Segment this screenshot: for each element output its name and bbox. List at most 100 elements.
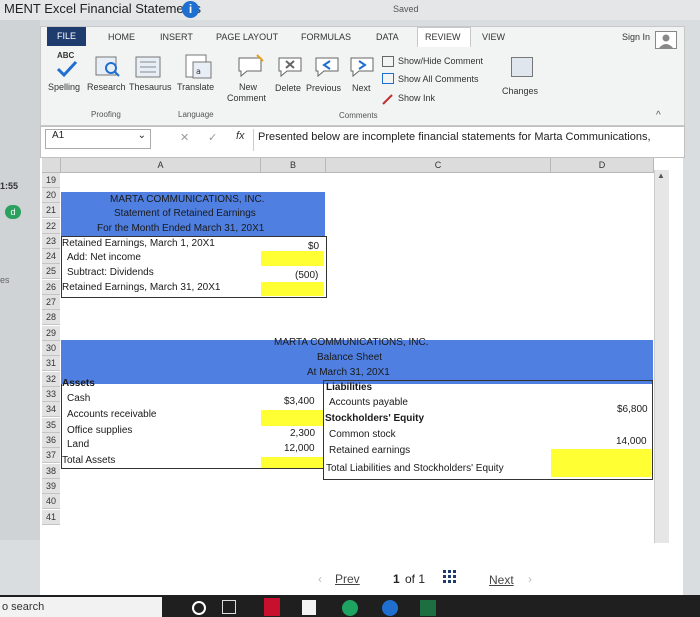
total-assets-input[interactable] — [261, 457, 323, 468]
row-header[interactable]: 30 — [42, 341, 60, 356]
info-icon[interactable]: i — [182, 1, 199, 18]
column-header-c[interactable]: C — [326, 158, 551, 173]
show-all-comments-button[interactable]: Show All Comments — [398, 74, 479, 84]
row-header[interactable]: 22 — [42, 219, 60, 234]
new-comment-button-line2[interactable]: Comment — [227, 93, 266, 103]
row-header[interactable]: 31 — [42, 356, 60, 371]
row-header[interactable]: 32 — [42, 372, 60, 387]
tab-view[interactable]: VIEW — [482, 32, 505, 42]
accounts-payable-label[interactable]: Accounts payable — [329, 396, 408, 409]
show-ink-button[interactable]: Show Ink — [398, 93, 435, 103]
column-header-b[interactable]: B — [261, 158, 326, 173]
retained-end-label[interactable]: Retained Earnings, March 31, 20X1 — [62, 281, 220, 294]
land-value[interactable]: 12,000 — [284, 442, 315, 455]
sign-in-link[interactable]: Sign In — [622, 32, 650, 42]
column-header-a[interactable]: A — [61, 158, 261, 173]
row-header[interactable]: 37 — [42, 448, 60, 463]
row-header[interactable]: 29 — [42, 326, 60, 341]
row-header[interactable]: 38 — [42, 464, 60, 479]
row-header[interactable]: 19 — [42, 173, 60, 188]
translate-button[interactable]: Translate — [177, 82, 214, 92]
taskbar-search[interactable]: o search — [0, 597, 162, 617]
tab-page-layout[interactable]: PAGE LAYOUT — [216, 32, 278, 42]
retained-period[interactable]: For the Month Ended March 31, 20X1 — [97, 222, 264, 235]
tab-insert[interactable]: INSERT — [160, 32, 193, 42]
row-header[interactable]: 20 — [42, 188, 60, 203]
column-header-d[interactable]: D — [551, 158, 654, 173]
select-all-corner[interactable] — [42, 158, 61, 173]
total-le-label[interactable]: Total Liabilities and Stockholders' Equi… — [326, 462, 504, 475]
accounts-receivable-label[interactable]: Accounts receivable — [67, 408, 157, 421]
row-header[interactable]: 34 — [42, 402, 60, 417]
land-label[interactable]: Land — [67, 438, 89, 451]
balance-title[interactable]: Balance Sheet — [317, 351, 382, 364]
tab-data[interactable]: DATA — [376, 32, 399, 42]
balance-date[interactable]: At March 31, 20X1 — [307, 366, 390, 379]
tab-home[interactable]: HOME — [108, 32, 135, 42]
retained-sub-value[interactable]: (500) — [295, 269, 318, 282]
retained-sub-label[interactable]: Subtract: Dividends — [67, 266, 154, 279]
spelling-button[interactable]: Spelling — [48, 82, 80, 92]
row-header[interactable]: 33 — [42, 387, 60, 402]
row-header[interactable]: 26 — [42, 280, 60, 295]
enter-icon[interactable]: ✓ — [208, 131, 217, 144]
new-comment-button[interactable]: New — [239, 82, 257, 92]
app-icon-blue[interactable] — [382, 600, 398, 616]
app-icon-file[interactable] — [302, 600, 316, 615]
retained-earnings-input[interactable] — [551, 449, 651, 463]
name-box[interactable]: A1 ⌄ — [45, 129, 151, 149]
row-header[interactable]: 28 — [42, 310, 60, 325]
accounts-payable-value[interactable]: $6,800 — [617, 403, 648, 416]
row-header[interactable]: 23 — [42, 234, 60, 249]
app-icon-green[interactable] — [342, 600, 358, 616]
app-icon-red[interactable] — [264, 598, 280, 616]
total-assets-label[interactable]: Total Assets — [62, 454, 115, 467]
retained-title[interactable]: Statement of Retained Earnings — [114, 207, 256, 220]
retained-earnings-label[interactable]: Retained earnings — [329, 444, 410, 457]
show-hide-comment-button[interactable]: Show/Hide Comment — [398, 56, 483, 66]
collapse-ribbon-icon[interactable]: ^ — [656, 110, 661, 121]
tab-review[interactable]: REVIEW — [425, 32, 461, 42]
scroll-up-icon[interactable]: ▲ — [655, 171, 667, 181]
row-header[interactable]: 21 — [42, 203, 60, 218]
research-button[interactable]: Research — [87, 82, 126, 92]
row-header[interactable]: 25 — [42, 264, 60, 279]
retained-begin-label[interactable]: Retained Earnings, March 1, 20X1 — [62, 237, 215, 250]
cortana-icon[interactable] — [192, 601, 206, 615]
next-comment-button[interactable]: Next — [352, 83, 371, 93]
grid-icon[interactable] — [443, 570, 457, 584]
task-view-icon[interactable] — [222, 600, 236, 614]
prev-page-button[interactable]: Prev — [335, 572, 360, 586]
retained-add-label[interactable]: Add: Net income — [67, 251, 141, 264]
balance-company[interactable]: MARTA COMMUNICATIONS, INC. — [274, 336, 428, 349]
cash-label[interactable]: Cash — [67, 392, 90, 405]
common-stock-value[interactable]: 14,000 — [616, 435, 647, 448]
accounts-receivable-input[interactable] — [261, 410, 323, 426]
vertical-scrollbar[interactable] — [654, 170, 669, 543]
excel-icon[interactable] — [420, 600, 436, 616]
stockholders-equity-heading[interactable]: Stockholders' Equity — [325, 412, 424, 425]
tab-formulas[interactable]: FORMULAS — [301, 32, 351, 42]
row-header[interactable]: 41 — [42, 510, 60, 525]
previous-comment-button[interactable]: Previous — [306, 83, 341, 93]
delete-comment-button[interactable]: Delete — [275, 83, 301, 93]
row-header[interactable]: 35 — [42, 418, 60, 433]
thesaurus-button[interactable]: Thesaurus — [129, 82, 172, 92]
avatar-icon[interactable] — [655, 31, 677, 49]
function-icon[interactable]: fx — [236, 130, 245, 142]
next-page-button[interactable]: Next — [489, 573, 514, 587]
row-header[interactable]: 36 — [42, 433, 60, 448]
cancel-icon[interactable]: ✕ — [180, 131, 189, 144]
changes-button[interactable]: Changes — [502, 86, 538, 96]
ending-retained-input[interactable] — [261, 282, 324, 296]
row-header[interactable]: 40 — [42, 494, 60, 509]
tab-file[interactable]: FILE — [47, 27, 86, 46]
cash-value[interactable]: $3,400 — [284, 395, 315, 408]
net-income-input[interactable] — [261, 251, 324, 266]
common-stock-label[interactable]: Common stock — [329, 428, 396, 441]
retained-company[interactable]: MARTA COMMUNICATIONS, INC. — [110, 193, 264, 206]
row-header[interactable]: 27 — [42, 295, 60, 310]
total-le-input[interactable] — [551, 463, 651, 477]
chevron-right-icon[interactable]: › — [528, 572, 532, 586]
office-supplies-label[interactable]: Office supplies — [67, 424, 132, 437]
